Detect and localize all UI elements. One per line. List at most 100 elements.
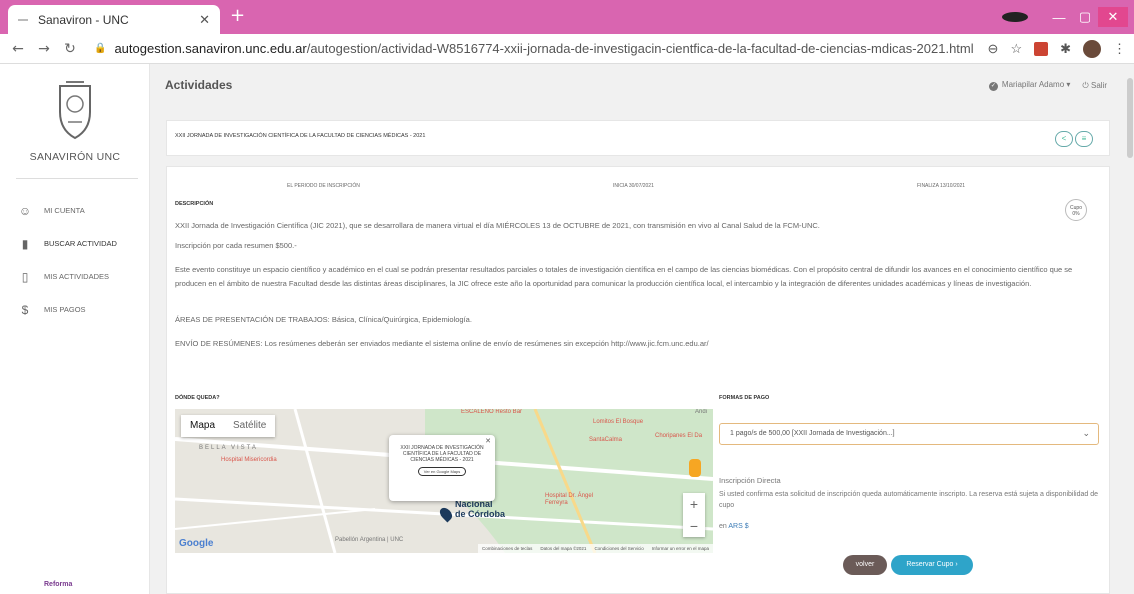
map-label-choripanes: Choripanes El Da (655, 433, 703, 439)
reserve-button[interactable]: Reservar Cupo › (891, 555, 973, 575)
activity-detail-card: EL PERIODO DE INSCRIPCIÓN INICIA 30/07/2… (166, 166, 1110, 594)
sidebar-item-mis-pagos[interactable]: $ MIS PAGOS (0, 293, 150, 326)
map-shortcuts-link[interactable]: Combinaciones de teclas (482, 546, 532, 551)
map-label-hospital-misericordia: Hospital Misericordia (221, 457, 277, 463)
extensions-puzzle-icon[interactable]: ✱ (1060, 41, 1071, 57)
forward-icon[interactable]: → (34, 41, 54, 57)
zoom-out-icon[interactable]: − (683, 515, 705, 537)
sidebar: SANAVIRÓN UNC ☺ MI CUENTA ▮ BUSCAR ACTIVID… (0, 64, 150, 594)
map-info-window: ✕ XXII JORNADA DE INVESTIGACIÓN CIENTÍFI… (389, 435, 495, 501)
satellite-tab[interactable]: Satélite (224, 415, 275, 437)
map-type-control: Mapa Satélite (181, 415, 276, 437)
sidebar-item-label: MIS PAGOS (44, 305, 86, 314)
tab-favicon (18, 18, 28, 21)
view-in-maps-link[interactable]: Ver en Google Maps (417, 467, 467, 476)
reforma-logo: Reforma (44, 581, 73, 588)
browser-tab[interactable]: Sanaviron - UNC ✕ (8, 5, 220, 34)
reload-icon[interactable]: ↻ (60, 41, 80, 57)
map-label-cordoba: de Córdoba (455, 509, 506, 519)
divider (16, 178, 138, 179)
sidebar-item-label: MIS ACTIVIDADES (44, 272, 110, 281)
window-close-icon[interactable]: ✕ (1098, 7, 1128, 27)
map-label-andi: Andi (695, 409, 708, 415)
zoom-control: + − (683, 493, 705, 537)
logout-label: Salir (1090, 80, 1107, 90)
share-icon[interactable]: < (1055, 131, 1073, 147)
period-label: EL PERIODO DE INSCRIPCIÓN (287, 183, 360, 189)
inscription-text: Si usted confirma esta solicitud de insc… (719, 491, 1098, 509)
map-terms-link[interactable]: Condiciones del Servicio (594, 546, 643, 551)
tab-close-icon[interactable]: ✕ (199, 12, 210, 28)
user-name: Mariapilar Adamo (1001, 80, 1065, 89)
browser-tabbar: Sanaviron - UNC ✕ + — ▢ ✕ (0, 0, 1134, 34)
cupo-badge: Cupo 0% (1065, 199, 1087, 221)
payment-heading: FORMAS DE PAGO (719, 395, 770, 401)
map-label-lomitos: Lomitos El Bosque (593, 419, 644, 425)
page-title: Actividades (165, 78, 233, 92)
bookmark-star-icon[interactable]: ☆ (1010, 41, 1022, 57)
info-close-icon[interactable]: ✕ (485, 437, 491, 445)
cupo-value: 0% (1072, 211, 1080, 217)
back-icon[interactable]: ← (8, 41, 28, 57)
info-title: XXII JORNADA DE INVESTIGACIÓN CIENTÍFICA… (400, 445, 484, 463)
profile-dot-icon[interactable] (1002, 12, 1028, 22)
dollar-icon: $ (21, 302, 29, 317)
activity-title: XXII JORNADA DE INVESTIGACIÓN CIENTÍFICA… (175, 133, 426, 139)
chevron-down-icon: ⌄ (1082, 428, 1090, 438)
university-crest-icon (59, 81, 91, 140)
brand-name: SANAVIRÓN UNC (29, 151, 121, 163)
scrollbar-thumb[interactable] (1127, 78, 1133, 158)
map-report-link[interactable]: Informar un error en el mapa (652, 546, 709, 551)
description-heading: DESCRIPCIÓN (175, 201, 214, 207)
user-menu[interactable]: ✓ Mariapilar Adamo ▾ (988, 80, 1070, 91)
start-date: INICIA 30/07/2021 (613, 183, 654, 189)
map-label-bella-vista: BELLA VISTA (199, 445, 258, 451)
new-tab-icon[interactable]: + (230, 5, 245, 26)
lock-icon: 🔒 (94, 43, 107, 54)
check-icon: ✓ (988, 82, 998, 91)
tab-title: Sanaviron - UNC (38, 12, 129, 27)
payment-select[interactable]: 1 pago/s de 500,00 [XXII Jornada de Inve… (719, 423, 1099, 445)
scrollbar[interactable] (1126, 64, 1134, 594)
description-p1: XXII Jornada de Investigación Científica… (175, 221, 820, 230)
maximize-icon[interactable]: ▢ (1072, 9, 1098, 25)
location-map[interactable]: BELLA VISTA Hospital Misericordia ESCALE… (175, 409, 713, 553)
browser-menu-icon[interactable]: ⋮ (1113, 41, 1126, 57)
avatar[interactable] (1083, 40, 1101, 58)
url-path: /autogestion/actividad-W8516774-xxii-jor… (306, 41, 974, 56)
map-tab[interactable]: Mapa (181, 415, 224, 437)
map-label-santacalma: SantaCalma (589, 437, 623, 443)
power-icon: ⏻ (1082, 80, 1089, 90)
menu-icon[interactable]: ≡ (1075, 131, 1093, 147)
zoom-in-icon[interactable]: + (683, 493, 705, 515)
payment-option: 1 pago/s de 500,00 [XXII Jornada de Inve… (730, 430, 895, 437)
map-data-label: Datos del mapa ©2021 (540, 546, 587, 551)
currency-line: en ARS $ (719, 521, 1099, 532)
description-p4: ÁREAS DE PRESENTACIÓN DE TRABAJOS: Básic… (175, 315, 472, 324)
zoom-icon[interactable]: ⊖ (988, 41, 999, 57)
minimize-icon[interactable]: — (1046, 10, 1072, 25)
sidebar-item-mi-cuenta[interactable]: ☺ MI CUENTA (0, 194, 150, 227)
address-bar: ← → ↻ 🔒 autogestion.sanaviron.unc.edu.ar… (0, 34, 1134, 64)
google-logo: Google (179, 538, 214, 549)
description-p2: Inscripción por cada resumen $500.- (175, 241, 297, 250)
url-domain: autogestion.sanaviron.unc.edu.ar (114, 41, 307, 56)
description-p3: Este evento constituye un espacio cientí… (175, 265, 1073, 288)
map-label-pabellon: Pabellón Argentina | UNC (335, 537, 404, 543)
logout-link[interactable]: ⏻ Salir (1082, 81, 1107, 91)
url-field[interactable]: 🔒 autogestion.sanaviron.unc.edu.ar/autog… (94, 41, 974, 56)
street-view-pegman-icon[interactable] (689, 459, 701, 477)
end-date: FINALIZA 13/10/2021 (917, 183, 966, 189)
map-footer: Combinaciones de teclas Datos del mapa ©… (478, 544, 713, 553)
inscription-title: Inscripción Directa (719, 476, 781, 485)
sidebar-item-buscar-actividad[interactable]: ▮ BUSCAR ACTIVIDAD (0, 227, 150, 260)
back-button[interactable]: volver (843, 555, 887, 575)
extension-icon[interactable] (1034, 42, 1049, 56)
map-label-hospital-ferreyra: Hospital Dr. Ángel Ferreyra (545, 493, 594, 506)
currency-value: ARS $ (728, 523, 749, 530)
page-header: Actividades ✓ Mariapilar Adamo ▾ ⏻ Salir (151, 64, 1117, 110)
user-icon: ☺ (18, 203, 32, 218)
sidebar-item-mis-actividades[interactable]: ▯ MIS ACTIVIDADES (0, 260, 150, 293)
sidebar-item-label: BUSCAR ACTIVIDAD (44, 239, 117, 248)
description-p5: ENVÍO DE RESÚMENES: Los resúmenes deberá… (175, 339, 709, 348)
